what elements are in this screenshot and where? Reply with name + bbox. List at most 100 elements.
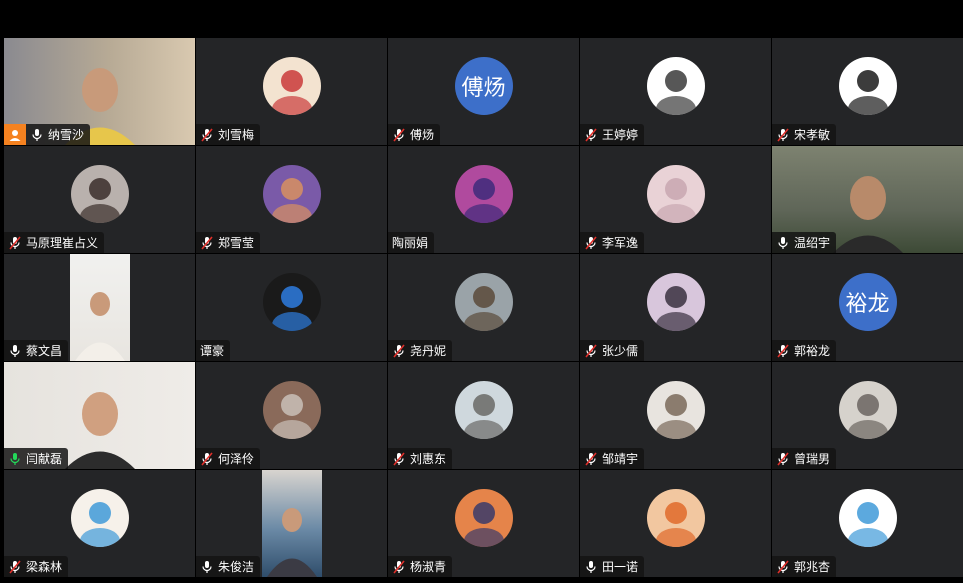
participant-tile[interactable]: 蔡文昌 <box>4 254 195 361</box>
mic-icon <box>776 236 790 250</box>
participant-name: 谭豪 <box>200 344 225 358</box>
participant-tile[interactable]: 梁森林 <box>4 470 195 577</box>
participant-name: 宋孝敏 <box>794 128 831 142</box>
tiger-girl-icon <box>646 489 705 548</box>
name-label: 郑雪莹 <box>196 232 261 253</box>
name-label: 谭豪 <box>196 340 231 361</box>
participant-name: 傅炀 <box>410 128 435 142</box>
name-label: 王婷婷 <box>580 124 645 145</box>
name-label: 温绍宇 <box>772 232 837 253</box>
participant-name: 朱俊洁 <box>218 560 255 574</box>
participant-name: 曾瑞男 <box>794 452 831 466</box>
participant-tile[interactable]: 杨淑青 <box>388 470 579 577</box>
mic-muted-icon <box>200 451 214 466</box>
participant-tile[interactable]: 温绍宇 <box>772 146 963 253</box>
participant-name: 陶丽娟 <box>392 236 429 250</box>
participant-name: 温绍宇 <box>794 236 831 250</box>
name-label: 刘雪梅 <box>196 124 261 145</box>
participant-name: 刘雪梅 <box>218 128 255 142</box>
mic-muted-icon <box>584 127 598 142</box>
participant-tile[interactable]: 宋孝敏 <box>772 38 963 145</box>
girl-cartoon-icon <box>262 57 321 116</box>
participant-tile[interactable]: 尧丹妮 <box>388 254 579 361</box>
room-photo-icon <box>262 381 321 440</box>
participant-tile[interactable]: 何泽伶 <box>196 362 387 469</box>
participant-tile[interactable]: 王婷婷 <box>580 38 771 145</box>
mic-muted-icon <box>392 451 406 466</box>
name-label: 郭兆杏 <box>772 556 837 577</box>
doraemon-icon <box>70 489 129 548</box>
name-label: 纳雪沙 <box>26 124 91 145</box>
participant-tile[interactable]: 闫献磊 <box>4 362 195 469</box>
participant-tile[interactable]: 朱俊洁 <box>196 470 387 577</box>
name-label: 张少儒 <box>580 340 645 361</box>
name-label: 田一诺 <box>580 556 645 577</box>
participant-tile[interactable]: 马原理崔占义 <box>4 146 195 253</box>
avatar: 裕龙 <box>838 273 897 332</box>
pink-sky-icon <box>646 165 705 224</box>
name-label: 傅炀 <box>388 124 441 145</box>
participant-tile[interactable]: 傅炀 傅炀 <box>388 38 579 145</box>
participant-tile[interactable]: 郑雪莹 <box>196 146 387 253</box>
name-label: 郭裕龙 <box>772 340 837 361</box>
participant-tile[interactable]: 曾瑞男 <box>772 362 963 469</box>
video-feed <box>69 254 130 361</box>
name-label: 邹靖宇 <box>580 448 645 469</box>
participant-tile[interactable]: 郭兆杏 <box>772 470 963 577</box>
mic-muted-icon <box>776 127 790 142</box>
cat-icon <box>838 381 897 440</box>
name-label: 何泽伶 <box>196 448 261 469</box>
participant-name: 闫献磊 <box>26 452 63 466</box>
participant-tile[interactable]: 裕龙 郭裕龙 <box>772 254 963 361</box>
participant-tile[interactable]: 谭豪 <box>196 254 387 361</box>
name-label: 宋孝敏 <box>772 124 837 145</box>
tree-icon <box>646 273 705 332</box>
top-bar <box>0 0 963 38</box>
mic-muted-icon <box>776 451 790 466</box>
woman-photo-icon <box>70 165 129 224</box>
beach-icon <box>454 381 513 440</box>
participant-name: 尧丹妮 <box>410 344 447 358</box>
participant-name: 邹靖宇 <box>602 452 639 466</box>
name-label: 蔡文昌 <box>4 340 69 361</box>
deer-icon <box>262 165 321 224</box>
participant-tile[interactable]: 纳雪沙 <box>4 38 195 145</box>
name-label: 曾瑞男 <box>772 448 837 469</box>
participant-name: 何泽伶 <box>218 452 255 466</box>
mic-muted-icon <box>584 235 598 250</box>
mic-muted-icon <box>8 559 22 574</box>
participant-tile[interactable]: 刘惠东 <box>388 362 579 469</box>
mic-icon <box>584 560 598 574</box>
participant-tile[interactable]: 邹靖宇 <box>580 362 771 469</box>
gallery-grid: 纳雪沙 刘雪梅 傅炀 傅炀 王婷婷 宋孝敏 马原理崔占义 郑雪莹 陶丽娟 李军逸 温绍宇 蔡文昌 谭豪尧… <box>4 38 963 578</box>
name-label: 马原理崔占义 <box>4 232 105 253</box>
participant-name: 刘惠东 <box>410 452 447 466</box>
name-label: 杨淑青 <box>388 556 453 577</box>
name-label: 梁森林 <box>4 556 69 577</box>
participant-name: 蔡文昌 <box>26 344 63 358</box>
crowd-photo-icon <box>454 273 513 332</box>
name-label: 陶丽娟 <box>388 232 435 253</box>
participant-tile[interactable]: 张少儒 <box>580 254 771 361</box>
participant-tile[interactable]: 刘雪梅 <box>196 38 387 145</box>
participant-name: 杨淑青 <box>410 560 447 574</box>
participant-name: 梁森林 <box>26 560 63 574</box>
mic-muted-icon <box>776 343 790 358</box>
mic-icon <box>8 344 22 358</box>
mic-icon <box>8 452 22 466</box>
person-silhouette <box>60 379 140 469</box>
participant-name: 马原理崔占义 <box>26 236 99 250</box>
participant-tile[interactable]: 陶丽娟 <box>388 146 579 253</box>
mic-muted-icon <box>392 343 406 358</box>
host-icon <box>4 124 26 145</box>
participant-name: 李军逸 <box>602 236 639 250</box>
mic-muted-icon <box>584 451 598 466</box>
mic-muted-icon <box>8 235 22 250</box>
avatar: 傅炀 <box>454 57 513 116</box>
person-silhouette <box>828 163 908 253</box>
megaman-icon <box>262 273 321 332</box>
mic-muted-icon <box>392 559 406 574</box>
participant-tile[interactable]: 田一诺 <box>580 470 771 577</box>
name-label: 李军逸 <box>580 232 645 253</box>
participant-tile[interactable]: 李军逸 <box>580 146 771 253</box>
